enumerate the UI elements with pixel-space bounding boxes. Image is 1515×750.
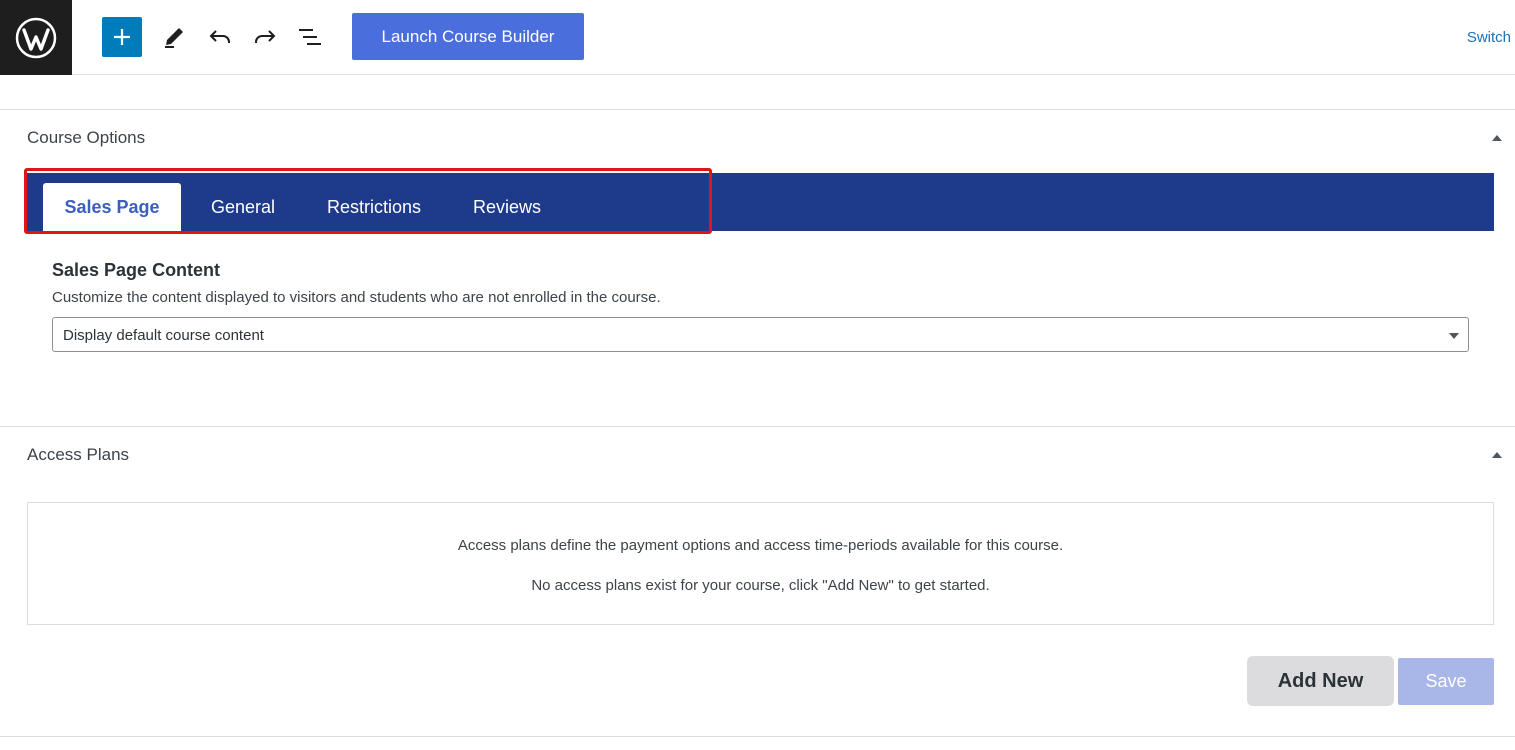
list-view-button[interactable]	[290, 17, 330, 57]
undo-icon	[209, 30, 230, 43]
collapse-access-plans-icon[interactable]	[1491, 448, 1503, 460]
tab-reviews[interactable]: Reviews	[457, 183, 557, 231]
save-button[interactable]: Save	[1398, 658, 1494, 705]
sales-page-content-select[interactable]: Display default course content	[52, 317, 1469, 352]
select-value: Display default course content	[63, 327, 264, 344]
redo-icon	[255, 30, 276, 43]
access-plans-title: Access Plans	[27, 445, 130, 464]
switch-link[interactable]: Switch	[1467, 29, 1511, 46]
divider	[0, 736, 1515, 737]
chevron-down-icon	[1449, 333, 1459, 339]
access-plans-empty-message: No access plans exist for your course, c…	[531, 577, 990, 594]
collapse-course-options-icon[interactable]	[1491, 131, 1503, 143]
list-view-icon	[299, 29, 321, 45]
wordpress-logo-icon[interactable]	[0, 0, 72, 75]
editor-toolbar: Launch Course Builder Switch	[0, 0, 1515, 75]
access-plans-description: Access plans define the payment options …	[457, 537, 1064, 554]
plus-icon	[114, 29, 130, 45]
divider	[0, 109, 1515, 110]
tools-button[interactable]	[154, 17, 194, 57]
divider	[0, 426, 1515, 427]
pencil-icon	[165, 28, 183, 48]
sales-page-content-description: Customize the content displayed to visit…	[52, 289, 661, 306]
launch-course-builder-button[interactable]: Launch Course Builder	[352, 13, 584, 60]
redo-button[interactable]	[245, 17, 285, 57]
add-new-button[interactable]: Add New	[1247, 656, 1394, 706]
access-plans-empty-state: Access plans define the payment options …	[27, 502, 1494, 625]
tab-sales-page[interactable]: Sales Page	[43, 183, 181, 231]
add-block-button[interactable]	[102, 17, 142, 57]
undo-button[interactable]	[200, 17, 240, 57]
tab-general[interactable]: General	[193, 183, 293, 231]
course-options-title: Course Options	[27, 128, 146, 147]
sales-page-content-heading: Sales Page Content	[52, 260, 221, 280]
course-options-tabs: Sales Page General Restrictions Reviews	[27, 173, 1494, 231]
tab-restrictions[interactable]: Restrictions	[311, 183, 437, 231]
